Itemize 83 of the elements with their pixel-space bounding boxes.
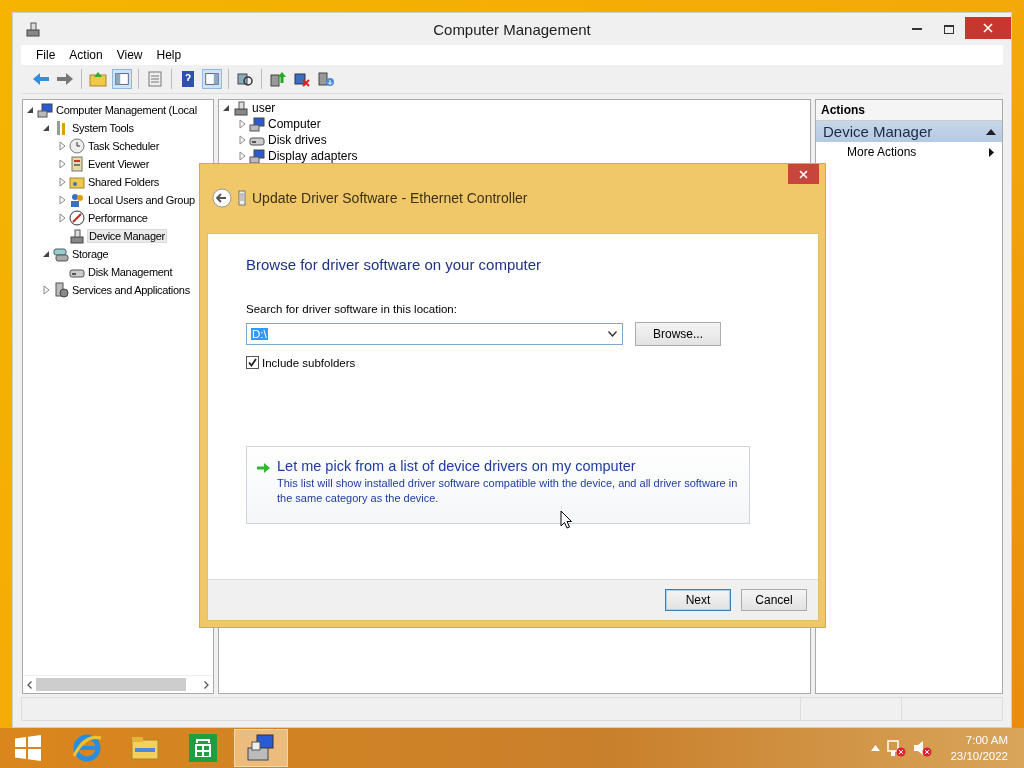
tree-item[interactable]: Disk Management <box>87 266 174 278</box>
close-icon <box>983 23 993 33</box>
field-label: Search for driver software in this location: <box>246 303 458 315</box>
expand-arrow-icon[interactable] <box>57 177 67 187</box>
menu-item[interactable]: Help <box>149 48 189 62</box>
checkbox-label: Include subfolders <box>262 356 356 369</box>
tree-item[interactable]: Event Viewer <box>87 158 150 170</box>
minimize-icon <box>912 28 922 30</box>
arrow-icon <box>257 462 271 474</box>
tree-item[interactable]: user <box>251 101 277 115</box>
tree-item[interactable]: Computer <box>267 117 322 131</box>
mouse-cursor-icon <box>560 510 572 529</box>
computer-icon <box>249 116 265 132</box>
submenu-arrow-icon <box>989 147 994 157</box>
menu-item[interactable]: View <box>109 48 150 62</box>
storage-icon <box>53 246 69 262</box>
computer-management-icon <box>245 732 277 764</box>
device-manager-icon <box>233 100 249 116</box>
tree-item[interactable]: Storage <box>71 248 110 260</box>
actions-header: Actions <box>816 100 1002 121</box>
collapse-arrow-icon[interactable] <box>41 123 51 133</box>
option-description: This list will show installed driver software compatible with the device, and all driver software in the same category as the device. <box>277 476 739 506</box>
scrollbar-thumb[interactable] <box>36 678 186 691</box>
computer-icon <box>37 102 53 118</box>
tree-item[interactable]: Local Users and Group <box>87 194 196 206</box>
section-title: Device Manager <box>823 123 933 140</box>
action-link[interactable]: More Actions <box>847 145 917 159</box>
dialog-button[interactable]: Cancel <box>741 589 807 611</box>
browser-icon <box>71 732 103 764</box>
services-icon <box>53 282 69 298</box>
close-button[interactable] <box>788 164 819 184</box>
expand-arrow-icon[interactable] <box>57 213 67 223</box>
tree-item[interactable]: Task Scheduler <box>87 140 160 152</box>
expand-arrow-icon[interactable] <box>237 135 247 145</box>
back-button[interactable] <box>212 188 232 208</box>
checkbox[interactable] <box>246 356 259 369</box>
tree-item[interactable]: Disk drives <box>267 133 328 147</box>
page-heading: Browse for driver software on your computer <box>246 256 543 273</box>
show-hidden-icons-button[interactable] <box>871 745 881 751</box>
app-icon <box>25 21 41 37</box>
shared-folder-icon <box>69 174 85 190</box>
collapse-arrow-icon[interactable] <box>986 128 996 135</box>
expand-arrow-icon[interactable] <box>57 141 67 151</box>
speaker-muted-icon[interactable] <box>912 739 933 757</box>
menu-item[interactable]: File <box>29 48 63 62</box>
disable-device-icon[interactable] <box>316 69 336 89</box>
collapse-arrow-icon[interactable] <box>25 105 35 115</box>
close-icon <box>799 169 808 179</box>
maximize-icon <box>944 24 954 34</box>
taskbar-button[interactable] <box>234 729 288 767</box>
collapse-arrow-icon[interactable] <box>221 103 231 113</box>
users-icon <box>69 192 85 208</box>
menu-item[interactable]: Action <box>62 48 110 62</box>
device-manager-icon <box>69 228 85 244</box>
expand-arrow-icon[interactable] <box>237 151 247 161</box>
option-link[interactable]: Let me pick from a list of device drivers on my computer This list will show installed driver software compatible with the device, and all driver software in the same category as the device. <box>246 446 750 524</box>
dropdown-caret-icon[interactable] <box>608 331 617 337</box>
expand-arrow-icon[interactable] <box>57 195 67 205</box>
collapse-arrow-icon[interactable] <box>41 249 51 259</box>
performance-icon <box>69 210 85 226</box>
computer-icon <box>249 148 265 164</box>
tree-item[interactable]: Device Manager <box>87 229 167 243</box>
window-title: Computer Management <box>433 21 591 38</box>
start-button[interactable] <box>15 735 41 761</box>
tree-item[interactable]: Computer Management (Local <box>55 104 198 116</box>
expand-arrow-icon[interactable] <box>57 159 67 169</box>
dialog-title: Update Driver Software - Ethernet Controller <box>252 190 528 206</box>
tree-item[interactable]: System Tools <box>71 122 135 134</box>
actions-section[interactable]: Device Manager <box>816 121 1002 142</box>
dialog-button[interactable]: Next <box>665 589 731 611</box>
expand-arrow-icon[interactable] <box>237 119 247 129</box>
tree-item[interactable]: Shared Folders <box>87 176 160 188</box>
option-title: Let me pick from a list of device drivers on my computer <box>277 458 637 474</box>
log-icon <box>69 156 85 172</box>
tree-item[interactable]: Services and Applications <box>71 284 191 296</box>
network-adapter-icon <box>238 189 246 207</box>
store-icon <box>187 732 219 764</box>
clock-icon <box>69 138 85 154</box>
browse-button[interactable]: Browse... <box>635 322 721 346</box>
expand-arrow-icon[interactable] <box>41 285 51 295</box>
tree-item[interactable]: Performance <box>87 212 149 224</box>
tree-item[interactable]: Display adapters <box>267 149 359 163</box>
network-error-icon[interactable] <box>886 739 907 757</box>
